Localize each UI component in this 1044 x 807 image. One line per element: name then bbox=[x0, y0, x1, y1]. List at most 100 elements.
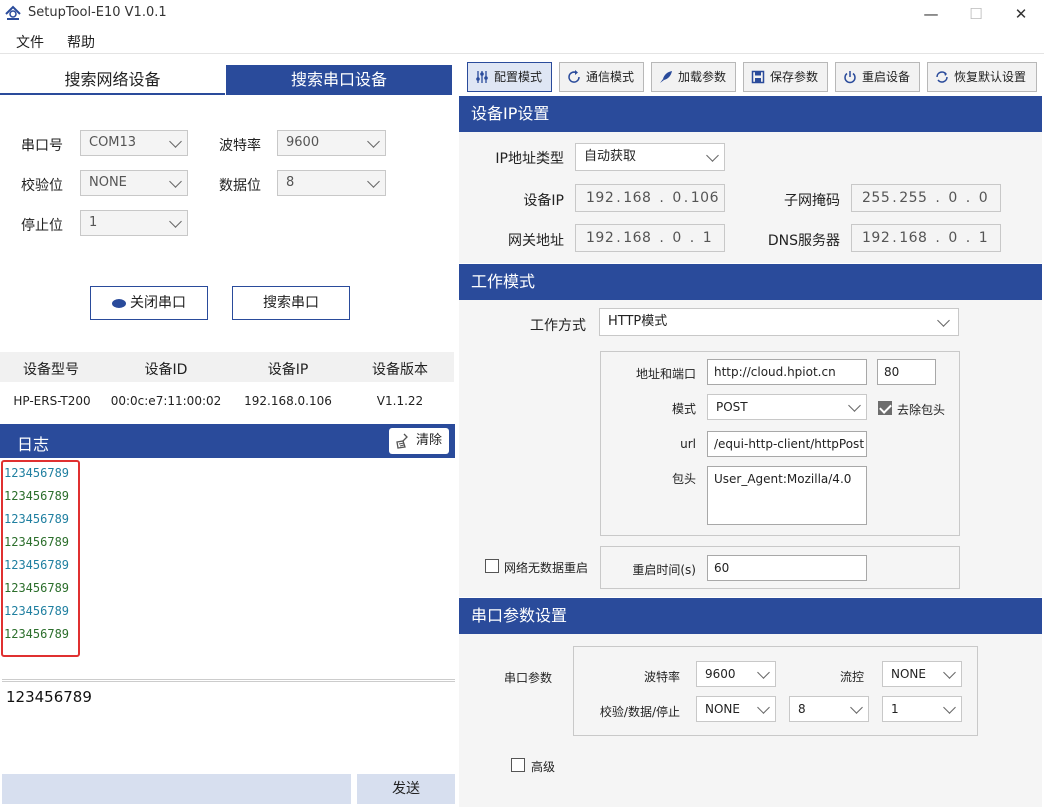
search-port-button[interactable]: 搜索串口 bbox=[232, 286, 350, 320]
port-select[interactable]: COM13 bbox=[80, 130, 188, 156]
work-method-select[interactable]: HTTP模式 bbox=[599, 308, 959, 336]
send-button[interactable]: 发送 bbox=[357, 774, 455, 804]
chevron-down-icon bbox=[937, 314, 950, 327]
ip-octet: 255 bbox=[862, 190, 891, 206]
http-mode-select[interactable]: POST bbox=[707, 394, 867, 420]
broom-icon bbox=[396, 433, 408, 449]
chevron-down-icon bbox=[367, 175, 380, 188]
send-text: 123456789 bbox=[6, 688, 92, 706]
ip-octet: 192 bbox=[586, 230, 615, 246]
save-params-button[interactable]: 保存参数 bbox=[743, 62, 828, 92]
ip-octet: 0 bbox=[672, 230, 682, 246]
advanced-checkbox[interactable] bbox=[511, 758, 525, 772]
serial-baud-value: 9600 bbox=[705, 667, 736, 681]
column-header-version: 设备版本 bbox=[372, 362, 428, 378]
restart-time-label: 重启时间(s) bbox=[632, 563, 696, 577]
work-method-value: HTTP模式 bbox=[608, 314, 668, 329]
stopbits-value: 1 bbox=[89, 215, 98, 230]
dns-field[interactable]: 192. 168. 0. 1 bbox=[851, 224, 1001, 252]
device-ip-field[interactable]: 192. 168. 0. 106 bbox=[575, 184, 725, 212]
save-params-label: 保存参数 bbox=[770, 70, 819, 84]
serial-parity-select[interactable]: NONE bbox=[696, 696, 776, 722]
close-port-label: 关闭串口 bbox=[130, 295, 186, 311]
save-icon bbox=[751, 70, 765, 84]
comm-mode-button[interactable]: 通信模式 bbox=[559, 62, 644, 92]
ip-octet: 168 bbox=[623, 190, 652, 206]
menu-bar bbox=[0, 28, 1044, 54]
port-status-icon bbox=[112, 298, 126, 308]
config-mode-button[interactable]: 配置模式 bbox=[467, 62, 552, 92]
close-window-button[interactable]: ✕ bbox=[998, 2, 1044, 26]
baud-value: 9600 bbox=[286, 135, 320, 150]
dns-label: DNS服务器 bbox=[767, 233, 840, 249]
baud-select[interactable]: 9600 bbox=[277, 130, 386, 156]
minimize-button[interactable]: — bbox=[908, 2, 954, 26]
chevron-down-icon bbox=[943, 666, 956, 679]
tab-search-serial[interactable]: 搜索串口设备 bbox=[226, 65, 452, 95]
gateway-label: 网关地址 bbox=[508, 233, 564, 249]
serial-parity-value: NONE bbox=[705, 702, 740, 716]
ip-type-value: 自动获取 bbox=[584, 149, 637, 164]
parity-select[interactable]: NONE bbox=[80, 170, 188, 196]
databits-select[interactable]: 8 bbox=[277, 170, 386, 196]
ip-octet: 0 bbox=[948, 230, 958, 246]
chevron-down-icon bbox=[757, 701, 770, 714]
ip-octet: 1 bbox=[702, 230, 713, 246]
cell-ip: 192.168.0.106 bbox=[244, 394, 332, 408]
cell-model: HP-ERS-T200 bbox=[13, 394, 91, 408]
menu-help[interactable]: 帮助 bbox=[67, 32, 95, 52]
chevron-down-icon bbox=[367, 135, 380, 148]
close-port-button[interactable]: 关闭串口 bbox=[90, 286, 208, 320]
load-params-button[interactable]: 加载参数 bbox=[651, 62, 736, 92]
ip-octet: 255 bbox=[899, 190, 928, 206]
tab-search-network[interactable]: 搜索网络设备 bbox=[0, 65, 225, 95]
gateway-field[interactable]: 192. 168. 0. 1 bbox=[575, 224, 725, 252]
clear-log-button[interactable]: 清除 bbox=[389, 428, 449, 454]
config-mode-label: 配置模式 bbox=[494, 70, 543, 84]
ip-octet: 192 bbox=[862, 230, 891, 246]
url-label: url bbox=[680, 437, 696, 451]
url-input[interactable]: /equi-http-client/httpPost bbox=[707, 431, 867, 457]
send-textarea[interactable]: 123456789 bbox=[2, 682, 455, 772]
log-highlight-box bbox=[1, 460, 80, 657]
clear-label: 清除 bbox=[416, 433, 443, 448]
stopbits-select[interactable]: 1 bbox=[80, 210, 188, 236]
serial-databits-value: 8 bbox=[798, 702, 806, 716]
serial-stopbits-select[interactable]: 1 bbox=[882, 696, 962, 722]
restart-device-button[interactable]: 重启设备 bbox=[835, 62, 920, 92]
device-ip-label: 设备IP bbox=[523, 193, 564, 209]
restore-defaults-label: 恢复默认设置 bbox=[954, 70, 1027, 84]
serial-params-group bbox=[573, 646, 978, 736]
advanced-label: 高级 bbox=[531, 760, 556, 774]
restart-device-label: 重启设备 bbox=[862, 70, 911, 84]
serial-baud-select[interactable]: 9600 bbox=[696, 661, 776, 687]
load-params-label: 加载参数 bbox=[678, 70, 727, 84]
refresh-icon bbox=[568, 70, 580, 83]
serial-databits-select[interactable]: 8 bbox=[789, 696, 869, 722]
restore-defaults-button[interactable]: 恢复默认设置 bbox=[927, 62, 1037, 92]
menu-file[interactable]: 文件 bbox=[16, 32, 44, 52]
sliders-icon bbox=[476, 71, 488, 83]
strip-header-checkbox[interactable] bbox=[878, 401, 892, 415]
port-input[interactable]: 80 bbox=[877, 359, 936, 385]
address-port-label: 地址和端口 bbox=[635, 367, 696, 381]
no-data-restart-checkbox[interactable] bbox=[485, 559, 499, 573]
serial-params-label: 串口参数 bbox=[504, 671, 553, 685]
subnet-field[interactable]: 255. 255. 0. 0 bbox=[851, 184, 1001, 212]
rocket-icon bbox=[660, 71, 672, 83]
ip-type-select[interactable]: 自动获取 bbox=[575, 143, 725, 171]
flow-control-select[interactable]: NONE bbox=[882, 661, 962, 687]
restart-time-input[interactable]: 60 bbox=[707, 555, 867, 581]
maximize-button[interactable]: ☐ bbox=[953, 2, 999, 26]
chevron-down-icon bbox=[169, 135, 182, 148]
restore-icon bbox=[936, 71, 948, 83]
subnet-label: 子网掩码 bbox=[784, 193, 840, 209]
packet-header-textarea[interactable]: User_Agent:Mozilla/4.0 bbox=[707, 466, 867, 525]
address-input[interactable]: http://cloud.hpiot.cn bbox=[707, 359, 867, 385]
chevron-down-icon bbox=[169, 215, 182, 228]
stopbits-label: 停止位 bbox=[21, 218, 63, 234]
databits-value: 8 bbox=[286, 175, 295, 190]
column-header-id: 设备ID bbox=[144, 362, 188, 378]
send-input[interactable] bbox=[2, 774, 351, 804]
column-header-ip: 设备IP bbox=[267, 362, 309, 378]
